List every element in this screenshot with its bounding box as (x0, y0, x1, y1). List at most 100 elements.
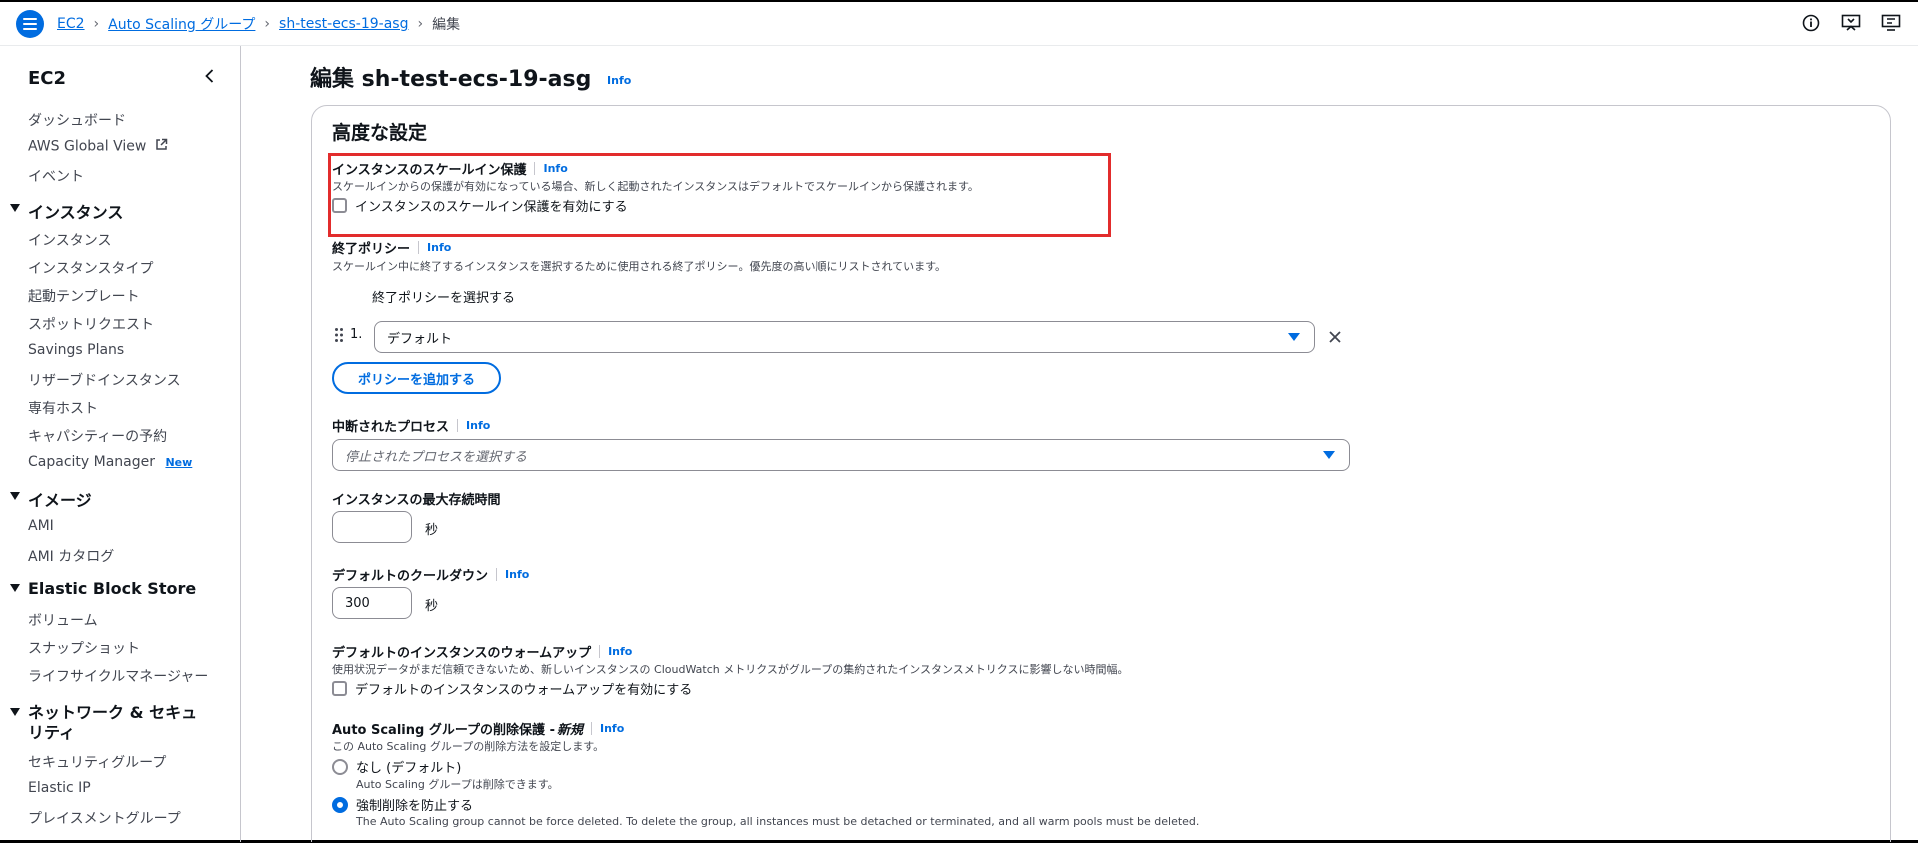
breadcrumb-asg-name-link[interactable]: sh-test-ecs-19-asg (279, 16, 408, 32)
caret-down-icon (10, 492, 20, 500)
default-warmup-description: 使用状況データがまだ信頼できないため、新しいインスタンスの CloudWatch… (332, 663, 1129, 676)
default-warmup-checkbox[interactable] (332, 681, 347, 696)
sidebar-item-capacity-manager[interactable]: Capacity Manager New (28, 454, 192, 470)
divider (418, 241, 420, 254)
caret-down-icon (10, 204, 20, 212)
unit-label: 秒 (425, 523, 439, 538)
sidebar-item-elastic-ip[interactable]: Elastic IP (28, 780, 91, 796)
checkbox-label: デフォルトのインスタンスのウォームアップを有効にする (355, 683, 693, 698)
select-placeholder: 停止されたプロセスを選択する (345, 449, 528, 465)
caret-down-icon (1288, 333, 1300, 341)
settings-icon[interactable] (1880, 12, 1902, 34)
radio-label: 強制削除を防止する (356, 799, 474, 814)
sidebar-item-global-view[interactable]: AWS Global View (28, 138, 168, 155)
info-circle-icon[interactable] (1800, 12, 1822, 34)
sidebar-item-capacity-reservations[interactable]: キャパシティーの予約 (28, 426, 167, 446)
termination-policy-select[interactable]: デフォルト (374, 321, 1315, 353)
sidebar-section-label: イメージ (28, 491, 92, 510)
default-cooldown-input[interactable]: 300 (332, 587, 412, 619)
field-label-text: Auto Scaling グループの削除保護 - (332, 723, 555, 738)
chevron-right-icon: › (417, 16, 424, 32)
suspended-processes-select[interactable]: 停止されたプロセスを選択する (332, 439, 1350, 471)
add-policy-button[interactable]: ポリシーを追加する (332, 362, 501, 394)
close-icon[interactable] (1327, 329, 1343, 349)
sidebar-item-snapshots[interactable]: スナップショット (28, 638, 140, 658)
suspended-processes-label: 中断されたプロセス Info (332, 416, 490, 435)
sidebar-item-instance-types[interactable]: インスタンスタイプ (28, 258, 153, 278)
radio-none[interactable] (332, 758, 348, 775)
sidebar-item-spot-requests[interactable]: スポットリクエスト (28, 314, 154, 334)
sidebar-section-network-security[interactable]: ネットワーク & セキュリティ (10, 703, 210, 743)
field-label-text: インスタンスの最大存続時間 (332, 493, 501, 508)
max-instance-lifetime-label: インスタンスの最大存続時間 (332, 489, 500, 508)
sidebar-section-instances[interactable]: インスタンス (10, 199, 123, 223)
termination-policy-select-label: 終了ポリシーを選択する (372, 291, 516, 306)
caret-down-icon (1323, 451, 1335, 459)
sidebar-section-label: インスタンス (28, 203, 124, 222)
page-title-text: 編集 sh-test-ecs-19-asg (310, 67, 592, 92)
sidebar-item-dedicated-hosts[interactable]: 専有ホスト (28, 398, 98, 418)
sidebar-item-security-groups[interactable]: セキュリティグループ (28, 752, 166, 772)
info-link[interactable]: Info (427, 241, 451, 254)
deletion-option-prevent-force[interactable]: 強制削除を防止する (332, 795, 473, 814)
breadcrumb-ec2-link[interactable]: EC2 (57, 16, 85, 32)
sidebar-item-lifecycle-manager[interactable]: ライフサイクルマネージャー (28, 666, 208, 686)
sidebar-item-reserved-instances[interactable]: リザーブドインスタンス (28, 370, 181, 390)
info-link[interactable]: Info (466, 419, 490, 432)
field-label-text: デフォルトのクールダウン (332, 569, 489, 584)
info-link[interactable]: Info (505, 568, 529, 581)
deletion-option-prevent-force-description: The Auto Scaling group cannot be force d… (356, 815, 1200, 828)
divider (496, 568, 498, 581)
drag-handle-icon[interactable] (334, 327, 344, 347)
sidebar-title[interactable]: EC2 (28, 68, 66, 89)
menu-icon[interactable] (16, 10, 44, 38)
new-badge: New (165, 456, 193, 469)
sidebar-section-images[interactable]: イメージ (10, 487, 92, 511)
radio-label: なし (デフォルト) (356, 761, 462, 776)
field-label-text: 終了ポリシー (332, 242, 411, 257)
sidebar-section-ebs[interactable]: Elastic Block Store (10, 579, 196, 598)
select-value: デフォルト (387, 331, 453, 347)
page-title: 編集 sh-test-ecs-19-asg Info (310, 61, 631, 93)
chevron-right-icon: › (93, 16, 100, 32)
feedback-icon[interactable] (1840, 12, 1862, 34)
sidebar-item-ami-catalog[interactable]: AMI カタログ (28, 546, 114, 566)
breadcrumb-asg-link[interactable]: Auto Scaling グループ (108, 14, 255, 34)
deletion-option-none-description: Auto Scaling グループは削除できます。 (356, 778, 559, 791)
info-link[interactable]: Info (600, 722, 624, 735)
info-link[interactable]: Info (608, 645, 632, 658)
sidebar-section-label: Elastic Block Store (28, 579, 197, 598)
collapse-sidebar-icon[interactable] (200, 66, 220, 86)
sidebar-item-placement-groups[interactable]: プレイスメントグループ (28, 808, 181, 828)
default-warmup-label: デフォルトのインスタンスのウォームアップ Info (332, 642, 632, 661)
divider (599, 645, 601, 658)
panel-title: 高度な設定 (332, 122, 428, 144)
breadcrumb-current: 編集 (432, 17, 461, 33)
chevron-right-icon: › (264, 16, 271, 32)
policy-index: 1. (350, 327, 363, 342)
termination-policy-label: 終了ポリシー Info (332, 238, 451, 257)
sidebar-item-savings-plans[interactable]: Savings Plans (28, 342, 124, 358)
default-warmup-checkbox-row[interactable]: デフォルトのインスタンスのウォームアップを有効にする (332, 679, 692, 698)
sidebar-item-instances[interactable]: インスタンス (28, 230, 111, 250)
caret-down-icon (10, 584, 20, 592)
new-label: 新規 (556, 723, 583, 738)
sidebar-section-label: ネットワーク & セキュリティ (28, 703, 198, 742)
max-instance-lifetime-input[interactable] (332, 511, 412, 543)
divider (590, 722, 592, 735)
divider (457, 419, 459, 432)
sidebar-item-launch-templates[interactable]: 起動テンプレート (28, 286, 140, 306)
highlight-box (328, 153, 1111, 237)
deletion-option-none[interactable]: なし (デフォルト) (332, 757, 461, 776)
sidebar-item-volumes[interactable]: ボリューム (28, 610, 98, 630)
sidebar-item-ami[interactable]: AMI (28, 518, 54, 534)
deletion-protection-description: この Auto Scaling グループの削除方法を設定します。 (332, 740, 605, 753)
deletion-protection-label: Auto Scaling グループの削除保護 - 新規 Info (332, 719, 624, 738)
radio-prevent-force[interactable] (332, 796, 348, 813)
sidebar: EC2 ダッシュボード AWS Global View イベント インスタンス … (0, 46, 241, 842)
sidebar-item-dashboard[interactable]: ダッシュボード (28, 110, 126, 130)
breadcrumb: EC2 › Auto Scaling グループ › sh-test-ecs-19… (57, 14, 460, 34)
info-link[interactable]: Info (607, 74, 631, 87)
sidebar-item-events[interactable]: イベント (28, 166, 84, 186)
sidebar-item-label: Capacity Manager (28, 454, 155, 470)
